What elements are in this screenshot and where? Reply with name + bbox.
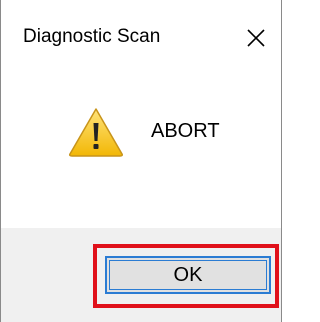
ok-button-label: OK	[173, 263, 203, 286]
close-button[interactable]	[235, 18, 277, 58]
dialog-content: ABORT	[1, 80, 281, 228]
message-dialog: Diagnostic Scan ABORT OK	[0, 0, 282, 322]
ok-button[interactable]: OK	[105, 256, 271, 294]
close-icon	[247, 29, 265, 47]
warning-icon	[69, 108, 123, 157]
dialog-title: Diagnostic Scan	[23, 26, 161, 47]
title-bar[interactable]: Diagnostic Scan	[1, 0, 281, 80]
dialog-footer: OK	[1, 228, 281, 322]
dialog-message: ABORT	[151, 120, 220, 142]
